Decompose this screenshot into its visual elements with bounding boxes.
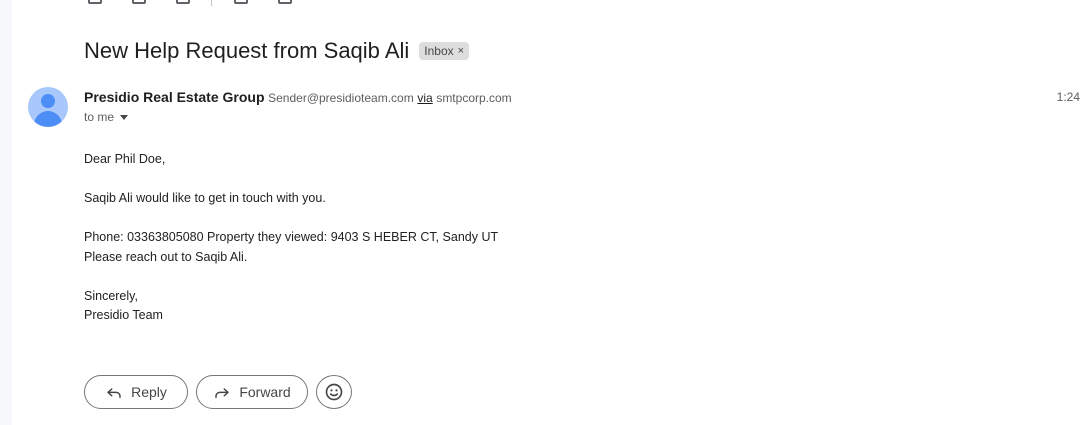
- subject-row: New Help Request from Saqib Ali Inbox ×: [84, 38, 470, 64]
- person-avatar-icon: [41, 94, 55, 108]
- greeting: Dear Phil Doe,: [84, 152, 166, 166]
- recipient-text: to me: [84, 110, 115, 124]
- sender-email: Sender@presidioteam.com: [268, 91, 414, 105]
- reply-arrow-icon: [105, 383, 123, 401]
- email-body: Dear Phil Doe, Saqib Ali would like to g…: [84, 150, 498, 326]
- sender-avatar[interactable]: [28, 87, 68, 127]
- chevron-down-icon[interactable]: [120, 114, 129, 120]
- body-line: Saqib Ali would like to get in touch wit…: [84, 191, 326, 205]
- reply-button[interactable]: Reply: [84, 375, 188, 409]
- via-link[interactable]: via: [417, 91, 432, 105]
- toolbar-icon[interactable]: [176, 0, 190, 4]
- toolbar-icon[interactable]: [88, 0, 102, 4]
- sender-name[interactable]: Presidio Real Estate Group: [84, 89, 265, 105]
- forward-label: Forward: [239, 384, 291, 400]
- toolbar-partial: [12, 0, 412, 6]
- forward-button[interactable]: Forward: [196, 375, 308, 409]
- remove-label-icon[interactable]: ×: [458, 45, 464, 57]
- toolbar-icon[interactable]: [234, 0, 248, 4]
- recipient-line: to me: [84, 110, 129, 124]
- via-domain: smtpcorp.com: [436, 91, 512, 105]
- left-rail: [0, 0, 12, 425]
- email-time: 1:24: [1056, 90, 1080, 104]
- reply-label: Reply: [131, 384, 167, 400]
- body-line: Phone: 03363805080 Property they viewed:…: [84, 230, 499, 244]
- label-text: Inbox: [424, 44, 454, 58]
- toolbar-icon[interactable]: [132, 0, 146, 4]
- toolbar-divider: [211, 0, 212, 6]
- smiley-face-icon: [324, 382, 344, 402]
- toolbar-icon[interactable]: [278, 0, 292, 4]
- emoji-reaction-button[interactable]: [316, 375, 352, 409]
- email-subject: New Help Request from Saqib Ali: [84, 38, 410, 63]
- sender-line: Presidio Real Estate Group Sender@presid…: [84, 89, 512, 105]
- forward-arrow-icon: [213, 383, 231, 401]
- body-line: Please reach out to Saqib Ali.: [84, 249, 248, 264]
- signature: Presidio Team: [84, 308, 163, 322]
- avatar-body-shape: [34, 111, 62, 127]
- inbox-label-chip[interactable]: Inbox ×: [419, 42, 470, 60]
- closing: Sincerely,: [84, 288, 138, 303]
